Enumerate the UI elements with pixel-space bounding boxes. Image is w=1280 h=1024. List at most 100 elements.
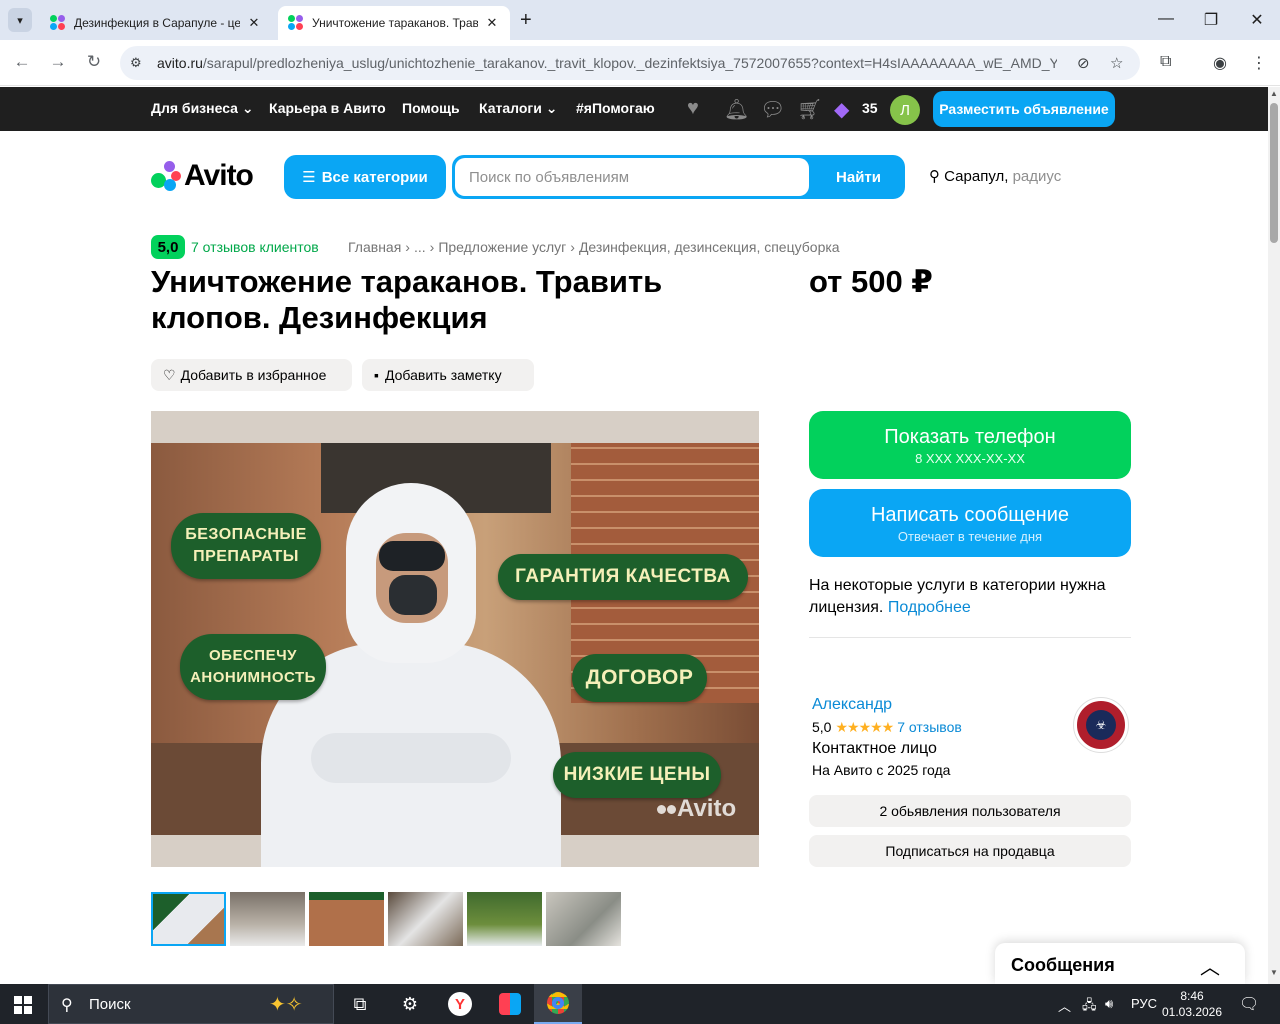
back-icon[interactable]: ← [11,52,33,72]
forward-icon[interactable]: → [47,52,69,72]
bonus-count[interactable]: 35 [862,100,878,116]
seller-name-link[interactable]: Александр [812,696,892,714]
bookmark-star-icon[interactable]: ☆ [1110,54,1123,72]
breadcrumb-home[interactable]: Главная [348,239,401,255]
search-input[interactable] [455,158,809,196]
breadcrumb-disinfection[interactable]: Дезинфекция, дезинсекция, спецуборка [579,239,840,255]
gas-mask-icon: ☣ [1086,710,1116,740]
taskbar-search[interactable]: ⚲ Поиск ✦✧ [48,984,334,1024]
search-bar: Найти [452,155,905,199]
photo-scene: БЕЗОПАСНЫЕ ПРЕПАРАТЫ ГАРАНТИЯ КАЧЕСТВА О… [151,443,759,867]
seller-since: На Авито с 2025 года [812,762,951,778]
url-text[interactable]: avito.ru/sarapul/predlozheniya_uslug/uni… [157,55,1057,71]
close-window-icon[interactable]: ✕ [1247,10,1267,30]
messages-chat-icon[interactable]: 💬︎ [760,97,785,122]
location-selector[interactable]: ⚲ Сарапул, радиус [929,167,1061,185]
all-categories-button[interactable]: ☰ Все категории [284,155,446,199]
volume-icon[interactable]: 🔊︎ [1105,996,1113,1012]
thumbnail[interactable] [388,892,463,946]
messages-panel[interactable]: Сообщения ︿ [995,943,1245,984]
thumbnail[interactable] [467,892,542,946]
seller-ads-button[interactable]: 2 обьявления пользователя [809,795,1131,827]
seller-avatar[interactable]: ☣ [1074,698,1128,752]
seller-reviews-link[interactable]: 7 отзывов [897,719,962,735]
wallet-ticket-icon[interactable]: ◆ [834,97,849,122]
screen: ▾ Дезинфекция в Сарапуле - це ✕ Уничтоже… [0,0,1280,1024]
windows-taskbar: ⚲ Поиск ✦✧ ⧉ ⚙ Y ︿ 🖧︎ 🔊︎ РУС 8:46 01.03.2… [0,984,1280,1024]
seller-role: Контактное лицо [812,740,937,757]
add-favorite-button[interactable]: ♡ Добавить в избранное [151,359,352,391]
breadcrumb: Главная ›... › Предложение услуг › Дезинфекци… [348,239,844,255]
restore-icon[interactable]: ❐ [1201,10,1221,30]
add-note-button[interactable]: ▪ Добавить заметку [362,359,534,391]
notifications-icon[interactable]: 🗨︎ [1239,994,1259,1014]
thumbnail[interactable] [546,892,621,946]
link-help[interactable]: Помощь [402,100,460,116]
photo-label: ГАРАНТИЯ КАЧЕСТВА [498,554,748,600]
link-for-business[interactable]: Для бизнеса ⌄ [151,100,254,117]
link-career[interactable]: Карьера в Авито [269,100,386,116]
network-icon[interactable]: 🖧︎ [1082,996,1097,1018]
site-info-icon[interactable]: ⚙ [130,55,142,71]
license-note: На некоторые услуги в категории нужна ли… [809,577,1106,616]
post-ad-button[interactable]: Разместить объявление [933,91,1115,127]
minimize-icon[interactable]: — [1156,10,1176,28]
search-button[interactable]: Найти [812,155,905,199]
logo-text: Avito [184,159,254,192]
search-icon: ⚲ [61,997,73,1014]
link-catalogs[interactable]: Каталоги ⌄ [479,100,557,117]
page-title: Уничтожение тараканов. Травить клопов. Д… [151,264,663,335]
avito-logo[interactable]: Avito [151,159,254,192]
favorites-heart-icon[interactable]: ♥ [687,97,699,120]
avito-logo-icon [151,161,181,191]
browser-tab-2[interactable]: Уничтожение тараканов. Трав ✕ [278,6,510,40]
chevron-up-icon[interactable]: ︿ [1200,951,1220,980]
categories-search-icon: ☰ [302,169,316,186]
link-ya-pomogayu[interactable]: #яПомогаю [576,100,655,116]
chrome-icon[interactable] [534,984,582,1024]
tab-search-menu-icon[interactable]: ▾ [8,8,32,32]
extensions-icon[interactable]: ⧉ [1160,53,1171,71]
reviews-link[interactable]: 7 отзывов клиентов [191,239,319,255]
close-tab-icon[interactable]: ✕ [246,15,262,31]
cart-icon[interactable]: 🛒︎ [797,97,822,122]
notifications-bell-icon[interactable]: 🔔︎ [724,97,749,122]
avito-watermark: Avito [657,795,736,823]
user-avatar[interactable]: Л [890,95,920,125]
show-phone-button[interactable]: Показать телефон 8 XXX XXX-XX-XX [809,411,1131,479]
license-more-link[interactable]: Подробнее [888,599,971,616]
input-language[interactable]: РУС [1131,996,1157,1011]
windows-start-icon[interactable] [14,996,32,1014]
tracking-protection-icon[interactable]: ⊘ [1077,54,1090,72]
settings-gear-icon[interactable]: ⚙ [386,984,434,1024]
close-tab-icon[interactable]: ✕ [484,15,500,31]
subscribe-seller-button[interactable]: Подписаться на продавца [809,835,1131,867]
breadcrumb-ellipsis[interactable]: ... [414,239,426,255]
tray-chevron-icon[interactable]: ︿ [1058,996,1071,1015]
main-photo[interactable]: БЕЗОПАСНЫЕ ПРЕПАРАТЫ ГАРАНТИЯ КАЧЕСТВА О… [151,411,759,867]
thumbnail[interactable] [230,892,305,946]
task-view-icon[interactable]: ⧉ [336,984,384,1024]
address-bar[interactable]: ⚙ avito.ru/sarapul/predlozheniya_uslug/u… [120,46,1140,80]
profile-icon[interactable]: ◉ [1213,53,1227,73]
reload-icon[interactable]: ↻ [83,52,105,72]
new-tab-icon[interactable]: + [520,10,532,30]
photo-label: ОБЕСПЕЧУ АНОНИМНОСТЬ [180,634,326,700]
thumbnail[interactable] [151,892,226,946]
thumbnail[interactable] [309,892,384,946]
app-grid-icon[interactable] [486,984,534,1024]
breadcrumb-separator-icon: › [570,239,575,255]
scrollbar-thumb[interactable] [1270,103,1278,243]
photo-label: НИЗКИЕ ЦЕНЫ [553,752,721,798]
browser-tabstrip: ▾ Дезинфекция в Сарапуле - це ✕ Уничтоже… [0,0,1280,40]
browser-tab-1[interactable]: Дезинфекция в Сарапуле - це ✕ [40,6,272,40]
breadcrumb-services[interactable]: Предложение услуг [438,239,566,255]
browser-menu-icon[interactable]: ⋮ [1251,53,1267,73]
avito-favicon-icon [288,15,304,31]
scroll-up-icon[interactable]: ▲ [1270,89,1278,98]
write-message-button[interactable]: Написать сообщение Отвечает в течение дн… [809,489,1131,557]
system-clock[interactable]: 8:46 01.03.2026 [1160,988,1224,1020]
scroll-down-icon[interactable]: ▼ [1270,968,1278,977]
breadcrumb-separator-icon: › [429,239,435,255]
yandex-browser-icon[interactable]: Y [436,984,484,1024]
